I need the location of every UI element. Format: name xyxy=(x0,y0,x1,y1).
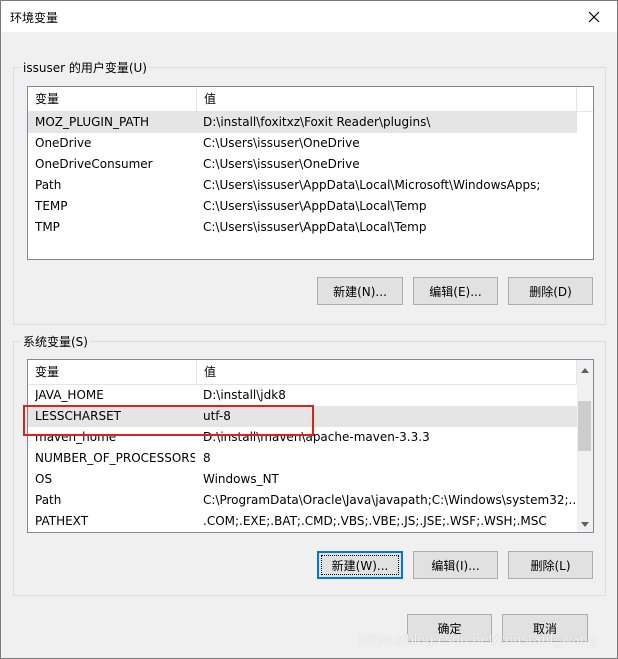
variable-name: JAVA_HOME xyxy=(35,388,104,402)
list-item[interactable]: Path C:\Users\issuser\AppData\Local\Micro… xyxy=(28,175,577,196)
focus-rectangle xyxy=(321,555,399,575)
chevron-down-icon xyxy=(581,521,589,527)
window-title: 环境变量 xyxy=(10,11,59,25)
user-variables-list-header: 变量 值 xyxy=(28,87,593,112)
user-edit-button-label: 编辑(E)... xyxy=(429,284,482,299)
list-item[interactable]: OneDrive C:\Users\issuser\OneDrive xyxy=(28,133,577,154)
system-delete-button-label: 删除(L) xyxy=(530,558,571,573)
list-item[interactable]: NUMBER_OF_PROCESSORS 8 xyxy=(28,448,577,469)
variable-value: 8 xyxy=(203,451,211,465)
variable-name: NUMBER_OF_PROCESSORS xyxy=(35,451,195,465)
variable-name: MOZ_PLUGIN_PATH xyxy=(35,115,150,129)
variable-name: Path xyxy=(35,178,62,192)
system-variables-group-label: 系统变量(S) xyxy=(21,333,90,350)
scroll-thumb[interactable] xyxy=(578,401,591,451)
system-edit-button[interactable]: 编辑(I)... xyxy=(413,551,498,579)
variable-name: Path xyxy=(35,493,62,507)
system-new-button[interactable]: 新建(W)... xyxy=(317,551,403,579)
variable-value: C:\Users\issuser\AppData\Local\Temp xyxy=(203,199,427,213)
list-item[interactable]: Path C:\ProgramData\Oracle\Java\javapath;… xyxy=(28,490,577,511)
system-delete-button[interactable]: 删除(L) xyxy=(508,551,593,579)
chevron-up-icon xyxy=(581,367,589,373)
list-item[interactable]: OS Windows_NT xyxy=(28,469,577,490)
variable-value: C:\Users\issuser\AppData\Local\Microsoft… xyxy=(203,178,541,192)
watermark-text: https://blog.csdn.net/constant_wang xyxy=(359,633,597,648)
system-variables-scrollbar[interactable] xyxy=(577,360,593,532)
column-header-value[interactable]: 值 xyxy=(197,360,577,384)
list-item[interactable]: TMP C:\Users\issuser\AppData\Local\Temp xyxy=(28,217,577,238)
scroll-up-button[interactable] xyxy=(577,362,593,378)
close-icon xyxy=(588,11,600,22)
variable-value: C:\Users\issuser\AppData\Local\Temp xyxy=(203,220,427,234)
variable-name: OneDrive xyxy=(35,136,92,150)
variable-value: C:\Users\issuser\OneDrive xyxy=(203,136,360,150)
list-item[interactable]: JAVA_HOME D:\install\jdk8 xyxy=(28,385,577,406)
list-item[interactable]: PATHEXT .COM;.EXE;.BAT;.CMD;.VBS;.VBE;.JS… xyxy=(28,511,577,532)
list-item[interactable]: OneDriveConsumer C:\Users\issuser\OneDriv… xyxy=(28,154,577,175)
variable-name: PATHEXT xyxy=(35,514,89,528)
column-header-variable[interactable]: 变量 xyxy=(28,87,197,111)
variable-name: OneDriveConsumer xyxy=(35,157,153,171)
user-delete-button[interactable]: 删除(D) xyxy=(508,277,593,305)
user-new-button[interactable]: 新建(N)... xyxy=(317,277,403,305)
title-bar: 环境变量 xyxy=(1,1,617,32)
user-edit-button[interactable]: 编辑(E)... xyxy=(413,277,498,305)
variable-name: TEMP xyxy=(35,199,68,213)
column-header-value[interactable]: 值 xyxy=(197,87,577,111)
user-delete-button-label: 删除(D) xyxy=(529,284,572,299)
list-item[interactable]: MOZ_PLUGIN_PATH D:\install\foxitxz\Foxit … xyxy=(28,112,577,133)
variable-value: C:\Users\issuser\OneDrive xyxy=(203,157,360,171)
column-header-variable[interactable]: 变量 xyxy=(28,360,197,384)
variable-value: .COM;.EXE;.BAT;.CMD;.VBS;.VBE;.JS;.JSE;.… xyxy=(203,514,547,528)
variable-name: TMP xyxy=(35,220,60,234)
environment-variables-dialog: 环境变量 issuser 的用户变量(U) 变量 值 MOZ_PLUGIN_PA… xyxy=(0,0,618,659)
close-button[interactable] xyxy=(571,1,617,32)
variable-value: D:\install\jdk8 xyxy=(203,388,286,402)
variable-value: C:\ProgramData\Oracle\Java\javapath;C:\W… xyxy=(203,493,575,507)
system-variables-list[interactable]: 变量 值 JAVA_HOME D:\install\jdk8 LESSCHARSET… xyxy=(27,359,594,533)
annotation-highlight-box xyxy=(23,405,314,436)
user-variables-list[interactable]: 变量 值 MOZ_PLUGIN_PATH D:\install\foxitxz\F… xyxy=(27,86,594,260)
variable-value: Windows_NT xyxy=(203,472,279,486)
user-variables-group-label: issuser 的用户变量(U) xyxy=(21,59,149,76)
user-new-button-label: 新建(N)... xyxy=(333,284,387,299)
scroll-down-button[interactable] xyxy=(577,516,593,532)
system-edit-button-label: 编辑(I)... xyxy=(431,558,480,573)
system-variables-list-header: 变量 值 xyxy=(28,360,593,385)
variable-name: OS xyxy=(35,472,53,486)
list-item[interactable]: TEMP C:\Users\issuser\AppData\Local\Temp xyxy=(28,196,577,217)
variable-value: D:\install\foxitxz\Foxit Reader\plugins\ xyxy=(203,115,431,129)
